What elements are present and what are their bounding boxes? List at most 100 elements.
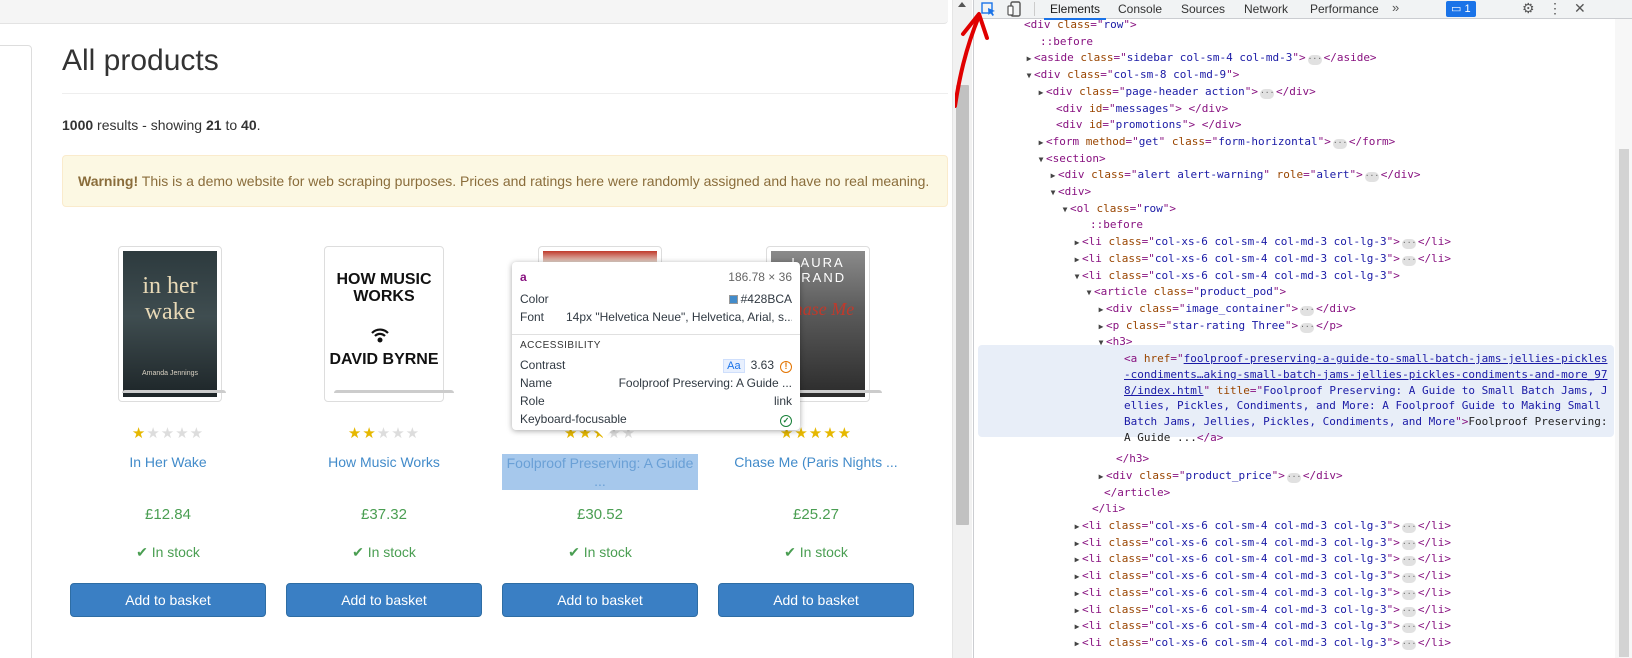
sound-waves-icon [371,328,389,343]
more-tabs-icon[interactable]: » [1392,0,1399,15]
collapsed-ellipsis-icon: ··· [1401,522,1417,533]
dom-node-line[interactable]: ▼ <section> [974,151,1614,168]
issues-badge[interactable]: ▭ 1 [1446,1,1476,17]
book-cover-image: in her wake Amanda Jennings [123,251,217,397]
inspect-tooltip: a 186.78 × 36 Color #428BCA Font 14px "H… [512,262,800,438]
dom-node-line[interactable]: </h3> [974,451,1614,468]
dom-node-line[interactable]: ▶ <div class="page-header action"> ··· </di… [974,84,1614,101]
product-title-link[interactable]: In Her Wake [70,454,266,470]
dom-node-line[interactable]: ▶ <p class="star-rating Three"> ··· </p> [974,318,1614,335]
dom-node-line[interactable]: ▼ <li class="col-xs-6 col-sm-4 col-md-3 c… [974,268,1614,285]
product-title-link[interactable]: Foolproof Preserving: A Guide ... [502,454,698,490]
add-to-basket-button[interactable]: Add to basket [718,583,914,617]
tooltip-role-value: link [773,394,792,408]
collapsed-ellipsis-icon: ··· [1332,137,1348,149]
dom-node-line[interactable]: </article> [974,485,1614,502]
dom-node-line[interactable]: ▶ <li class="col-xs-6 col-sm-4 col-md-3 c… [974,551,1614,568]
collapsed-ellipsis-icon: ··· [1401,622,1417,634]
dom-node-line[interactable]: ▼ <h3> [974,334,1614,351]
issues-count: 1 [1464,3,1471,15]
dom-node-line[interactable]: ▶ <form method="get" class="form-horizont… [974,134,1614,151]
tab-network[interactable]: Network [1244,2,1288,16]
next-row-image-edge [122,390,226,400]
dom-node-line[interactable]: ▼ <ol class="row"> [974,201,1614,218]
dom-node-line[interactable]: </li> [974,501,1614,518]
expanded-triangle-icon: ▼ [1050,188,1056,197]
selected-anchor-node[interactable]: <a href="foolproof-preserving-a-guide-to… [1124,351,1610,446]
add-to-basket-button[interactable]: Add to basket [70,583,266,617]
add-to-basket-button[interactable]: Add to basket [286,583,482,617]
dom-node-line[interactable]: ▶ <div class="image_container"> ··· </div> [974,301,1614,318]
tooltip-font-value: 14px "Helvetica Neue", Helvetica, Arial,… [566,310,792,324]
collapsed-triangle-icon: ▶ [1074,238,1080,248]
device-toolbar-icon[interactable] [1006,1,1024,17]
tab-performance[interactable]: Performance [1310,2,1379,16]
add-to-basket-button[interactable]: Add to basket [502,583,698,617]
dom-node-line[interactable]: ▶ <li class="col-xs-6 col-sm-4 col-md-3 c… [974,568,1614,585]
product-title-link[interactable]: How Music Works [286,454,482,470]
dom-node-line[interactable]: <div class="row"> [974,19,1614,34]
tooltip-divider [512,334,800,335]
expanded-triangle-icon: ▼ [1026,71,1032,81]
dom-node-line[interactable]: ▶ <div class="alert alert-warning" role="… [974,167,1614,184]
tooltip-contrast-label: Contrast [520,358,566,372]
settings-gear-icon[interactable]: ⚙ [1522,0,1535,17]
dom-node-line[interactable]: ▼ <div class="col-sm-8 col-md-9"> [974,67,1614,84]
dom-node-line[interactable]: ▼ <article class="product_pod"> [974,284,1614,301]
dom-node-line[interactable]: ▶ <li class="col-xs-6 col-sm-4 col-md-3 c… [974,618,1614,635]
devtools-scrollbar[interactable] [1615,19,1632,658]
tab-console[interactable]: Console [1118,2,1162,16]
alert-strong: Warning! [78,173,139,189]
collapsed-triangle-icon: ▶ [1074,522,1080,531]
collapsed-ellipsis-icon: ··· [1401,638,1417,650]
dom-node-line[interactable]: ▶ <li class="col-xs-6 col-sm-4 col-md-3 c… [974,535,1614,552]
collapsed-ellipsis-icon: ··· [1401,538,1417,550]
collapsed-ellipsis-icon: ··· [1259,87,1275,99]
dom-node-line[interactable]: ::before [974,217,1614,234]
inspect-element-icon[interactable] [980,1,998,17]
title-divider [62,93,948,94]
dom-node-line[interactable]: ▶ <li class="col-xs-6 col-sm-4 col-md-3 c… [974,251,1614,268]
check-icon: ✔ [784,544,800,560]
dom-node-line[interactable]: ▶ <li class="col-xs-6 col-sm-4 col-md-3 c… [974,602,1614,619]
check-icon: ✔ [352,544,368,560]
tab-sources[interactable]: Sources [1181,2,1225,16]
product-image[interactable]: HOW MUSIC WORKS DAVID BYRNE [324,246,444,402]
cover-title-text: HOW MUSIC WORKS [336,271,432,305]
dom-node-line[interactable]: ▶ <li class="col-xs-6 col-sm-4 col-md-3 c… [974,585,1614,602]
dom-node-line[interactable]: <div id="promotions"> </div> [974,117,1614,134]
star-rating: ★★★★★ [347,425,421,442]
devtools-scrollbar-thumb[interactable] [1619,149,1629,657]
collapsed-ellipsis-icon: ··· [1401,605,1417,617]
tooltip-tag: a [520,270,527,284]
dom-node-line[interactable]: ▶ <li class="col-xs-6 col-sm-4 col-md-3 c… [974,234,1614,251]
dom-node-line[interactable]: ▶ <li class="col-xs-6 col-sm-4 col-md-3 c… [974,635,1614,652]
dom-node-line[interactable]: ::before [974,34,1614,51]
collapsed-triangle-icon: ▶ [1074,538,1080,548]
dom-node-line[interactable]: ▶ <aside class="sidebar col-sm-4 col-md-3… [974,50,1614,67]
dom-node-line[interactable]: <div id="messages"> </div> [974,101,1614,118]
expanded-triangle-icon: ▼ [1074,271,1080,281]
results-summary: 1000 results - showing 21 to 40. [62,117,261,133]
page-scrollbar[interactable] [952,0,972,658]
stock-text: In stock [367,544,416,560]
product-title-link[interactable]: Chase Me (Paris Nights ... [718,454,914,470]
kebab-menu-icon[interactable]: ⋮ [1548,0,1562,17]
collapsed-triangle-icon: ▶ [1074,638,1080,648]
check-icon: ✔ [136,544,152,560]
dom-node-line[interactable]: ▼ <div> [974,184,1614,201]
results-total: 1000 [62,117,94,133]
tooltip-section-heading: ACCESSIBILITY [520,340,601,351]
scroll-up-arrow-icon[interactable] [958,2,966,7]
stock-status: ✔ In stock [502,544,698,561]
tooltip-keyboard-value: ✓ [780,412,792,427]
close-icon[interactable]: ✕ [1574,0,1586,17]
elements-tree[interactable]: <div class="row">::before ▶ <aside class="… [974,19,1614,658]
product-card: in her wake Amanda Jennings ★★★★★ In Her… [70,246,266,646]
product-image[interactable]: in her wake Amanda Jennings [118,246,222,402]
product-card: HOW MUSIC WORKS DAVID BYRNE ★★★★★ How Mu… [286,246,482,646]
dom-node-line[interactable]: ▶ <div class="product_price"> ··· </div> [974,468,1614,485]
dom-node-line[interactable]: ▶ <li class="col-xs-6 col-sm-4 col-md-3 c… [974,518,1614,535]
page-scrollbar-thumb[interactable] [956,85,969,525]
tab-elements[interactable]: Elements [1043,2,1107,20]
